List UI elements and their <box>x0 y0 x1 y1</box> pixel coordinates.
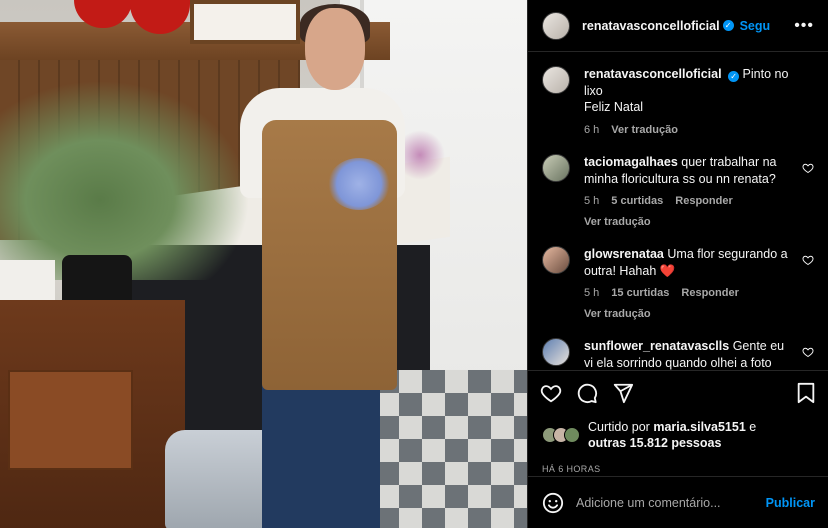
drawer <box>8 370 133 470</box>
reply-button[interactable]: Responder <box>681 285 738 302</box>
action-bar <box>528 370 828 414</box>
jeans <box>262 385 380 528</box>
heart-icon[interactable] <box>802 162 814 174</box>
comment-time[interactable]: 5 h <box>584 193 599 210</box>
header-username[interactable]: renatavasconcelloficial <box>582 19 720 33</box>
caption-username[interactable]: renatavasconcelloficial <box>584 67 722 81</box>
comments-list[interactable]: renatavasconcelloficial ✓ Pinto no lixo … <box>528 52 828 370</box>
heart-icon[interactable] <box>802 346 814 358</box>
avatar[interactable] <box>542 11 570 40</box>
comment-time[interactable]: 5 h <box>584 285 599 302</box>
comment-input[interactable]: Adicione um comentário... <box>576 496 754 510</box>
comment-username[interactable]: sunflower_renatavasclls <box>584 339 729 353</box>
liker-username[interactable]: maria.silva5151 <box>653 420 745 434</box>
picture-frame <box>190 0 300 44</box>
likes-conj: e <box>749 420 757 434</box>
blue-flowers <box>328 158 390 210</box>
bookmark-icon[interactable] <box>796 382 816 404</box>
emoji-icon[interactable] <box>542 492 564 514</box>
comment-username[interactable]: taciomagalhaes <box>584 155 678 169</box>
likes-summary: Curtido por maria.silva5151 e outras 15.… <box>528 414 828 456</box>
comment: sunflower_renatavasclls Gente eu vi ela … <box>542 338 814 370</box>
heart-emoji: ❤️ <box>659 263 676 278</box>
comment-username[interactable]: glowsrenataa <box>584 247 664 261</box>
comment: taciomagalhaes quer trabalhar na minha f… <box>542 154 814 230</box>
more-icon[interactable]: ••• <box>794 17 814 35</box>
add-comment-bar: Adicione um comentário... Publicar <box>528 476 828 528</box>
liker-avatars[interactable] <box>542 427 580 443</box>
caption-text-line2: Feliz Natal <box>584 100 644 114</box>
translate-link[interactable]: Ver tradução <box>584 306 796 323</box>
likes-others[interactable]: outras 15.812 pessoas <box>588 436 721 450</box>
avatar[interactable] <box>542 66 570 94</box>
share-icon[interactable] <box>612 382 634 404</box>
avatar[interactable] <box>542 246 570 274</box>
avatar[interactable] <box>542 154 570 182</box>
translate-link[interactable]: Ver tradução <box>584 214 796 231</box>
apron <box>262 120 397 390</box>
reply-button[interactable]: Responder <box>675 193 732 210</box>
verified-icon: ✓ <box>728 71 740 82</box>
lavender-plants <box>0 80 250 280</box>
comment: glowsrenataa Uma flor segurando a outra!… <box>542 246 814 322</box>
post-sidebar: renatavasconcelloficial ✓ Segu ••• renat… <box>527 0 828 528</box>
verified-icon: ✓ <box>722 20 734 31</box>
likes-prefix: Curtido por <box>588 420 650 434</box>
heart-icon[interactable] <box>802 254 814 266</box>
face <box>305 8 365 90</box>
post-photo <box>0 0 527 528</box>
heart-icon[interactable] <box>540 382 562 404</box>
avatar[interactable] <box>542 338 570 366</box>
follow-button[interactable]: Segu <box>740 19 771 33</box>
caption-time[interactable]: 6 h <box>584 122 599 139</box>
post-button[interactable]: Publicar <box>766 496 815 510</box>
comment-likes[interactable]: 5 curtidas <box>611 193 663 210</box>
comment-icon[interactable] <box>576 382 598 404</box>
post-header: renatavasconcelloficial ✓ Segu ••• <box>528 0 828 52</box>
translate-link[interactable]: Ver tradução <box>611 122 678 139</box>
caption: renatavasconcelloficial ✓ Pinto no lixo … <box>542 66 814 138</box>
comment-likes[interactable]: 15 curtidas <box>611 285 669 302</box>
